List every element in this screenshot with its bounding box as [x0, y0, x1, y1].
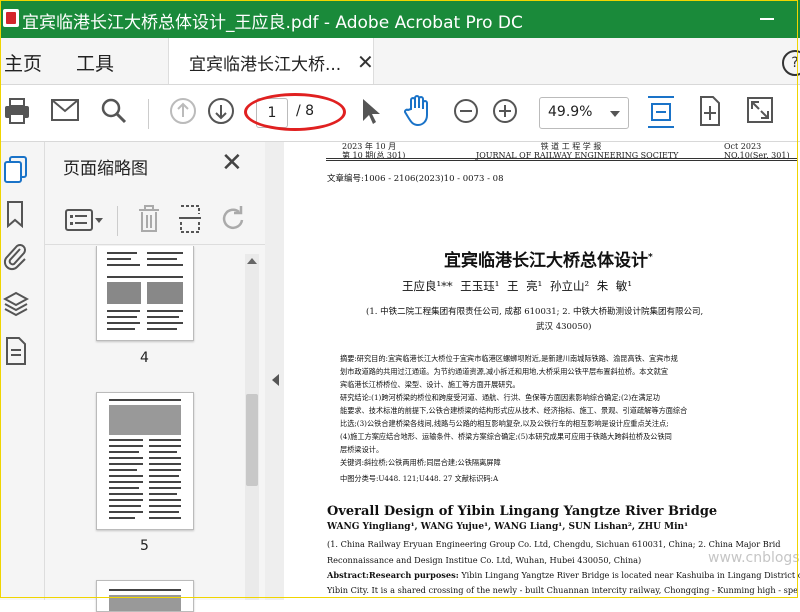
title-text: 宜宾临港长江大桥总体设计: [444, 251, 648, 271]
affiliation-cn-line1: (1. 中铁二院工程集团有限责任公司, 成都 610031; 2. 中铁大桥勘测…: [366, 307, 704, 317]
full-screen-icon[interactable]: [747, 97, 773, 123]
attachment-icon[interactable]: [3, 242, 29, 272]
document-view[interactable]: 2023 年 10 月 第 10 期(总 301) 铁 道 工 程 学 报 JO…: [284, 142, 800, 600]
zoom-in-icon[interactable]: [492, 98, 518, 124]
document-properties-icon[interactable]: [3, 336, 29, 366]
email-icon[interactable]: [51, 99, 79, 121]
abstract-line: (4)施工方案应结合地形、运输条件、桥梁方案综合确定;(5)本研究成果可应用于铁…: [340, 432, 672, 441]
page-thumbnail-4[interactable]: [96, 246, 194, 341]
tools-tab[interactable]: 工具: [76, 49, 114, 76]
abstract-line: 层桥梁设计。: [340, 445, 384, 454]
scrollbar-thumb[interactable]: [246, 394, 258, 486]
abstract-en-label: Abstract:Research purposes:: [327, 570, 459, 580]
abstract-line: 划市政道路的共用过江通道。为节约通道资源,减小拆迁和用地,大桥采用公铁平层布置斜…: [340, 367, 669, 376]
thumbnails-scrollbar[interactable]: [245, 254, 259, 600]
minimize-icon[interactable]: [760, 18, 774, 20]
panel-close-icon[interactable]: ✕: [221, 148, 243, 178]
rotate-icon[interactable]: [219, 204, 247, 234]
watermark: www.cnblogs.com: [708, 550, 800, 566]
hand-tool-icon[interactable]: [403, 95, 433, 127]
title-bar: 宜宾临港长江大桥总体设计_王应良.pdf - Adobe Acrobat Pro…: [0, 0, 800, 38]
paper-title-cn: 宜宾临港长江大桥总体设计*: [444, 246, 653, 271]
toolbar-separator: [148, 99, 149, 129]
document-tab-label: 宜宾临港长江大桥...: [189, 55, 342, 75]
select-cursor-icon[interactable]: [360, 97, 382, 127]
chevron-down-icon: [610, 111, 620, 117]
affiliation-en-line1: (1. China Railway Eryuan Engineering Gro…: [327, 539, 781, 549]
window-title: 宜宾临港长江大桥总体设计_王应良.pdf - Adobe Acrobat Pro…: [22, 13, 523, 33]
title-footnote-mark: *: [648, 252, 653, 263]
menu-bar: 主页 工具 宜宾临港长江大桥... ✕ ?: [0, 38, 800, 85]
abstract-en-line2: Yibin City. It is a shared crossing of t…: [327, 585, 798, 595]
header-date-en: Oct 2023: [724, 142, 762, 151]
affiliation-cn-line2: 武汉 430050): [536, 322, 592, 332]
classification-line: 中图分类号:U448. 121;U448. 27 文献标识码:A: [340, 474, 499, 483]
document-tab[interactable]: 宜宾临港长江大桥... ✕: [168, 38, 374, 84]
separator: [117, 206, 118, 236]
search-icon[interactable]: [101, 98, 127, 124]
panel-splitter[interactable]: [265, 142, 284, 600]
collapse-panel-icon[interactable]: [272, 374, 279, 386]
highlight-annotation: [244, 93, 346, 131]
previous-page-icon[interactable]: [169, 97, 197, 125]
scroll-mode-icon[interactable]: [698, 96, 722, 126]
authors-en: WANG Yingliang¹, WANG Yujue¹, WANG Liang…: [327, 522, 689, 532]
page-thumbnail-5[interactable]: [96, 392, 194, 530]
thumbnail-preview: [109, 399, 181, 519]
header-date: 2023 年 10 月: [342, 142, 397, 151]
zoom-out-icon[interactable]: [453, 98, 479, 124]
abstract-line: 研究结论:(1)跨河桥梁的桥位和跨度受河道、通航、行洪、鱼保等方面因素影响综合确…: [340, 393, 660, 402]
acrobat-icon: [3, 9, 19, 27]
navigation-rail: [0, 142, 45, 600]
options-menu-icon[interactable]: [65, 208, 105, 232]
extract-pages-icon[interactable]: [177, 204, 203, 234]
layers-icon[interactable]: [3, 290, 29, 320]
abstract-line: 宾临港长江桥桥位、梁型、设计、施工等方面开展研究。: [340, 380, 520, 389]
help-icon[interactable]: ?: [782, 50, 800, 76]
journal-name-cn: 铁 道 工 程 学 报: [540, 142, 602, 151]
thumbnails-toolbar: [45, 196, 265, 245]
bookmark-icon[interactable]: [3, 200, 29, 228]
print-icon[interactable]: [4, 97, 30, 125]
page-thumbnails-icon[interactable]: [3, 156, 29, 184]
abstract-line: 能要求、技术标准的前提下,公铁合建桥梁的结构形式应从技术、经济指标、施工、景观、…: [340, 406, 688, 415]
authors-cn: 王应良¹** 王玉珏¹ 王 亮¹ 孙立山² 朱 敏¹: [402, 279, 632, 293]
zoom-level-dropdown[interactable]: 49.9%: [539, 97, 629, 129]
thumbnail-preview: [107, 252, 183, 330]
article-number: 文章编号:1006 - 2106(2023)10 - 0073 - 08: [327, 174, 504, 184]
next-page-icon[interactable]: [207, 97, 235, 125]
zoom-level-value: 49.9%: [548, 104, 593, 120]
abstract-line: 摘要:研究目的:宜宾临港长江大桥位于宜宾市临港区螺蛳坝附近,是新建川南城际铁路、…: [340, 354, 678, 363]
thumbnail-preview: [109, 589, 181, 611]
thumbnails-panel: 页面缩略图 ✕ 4 5: [45, 142, 266, 612]
keywords-line: 关键词:斜拉桥;公铁两用桥;同层合建;公铁隔离屏障: [340, 458, 501, 467]
header-rule: [326, 158, 798, 159]
page-thumbnail-6[interactable]: [96, 580, 194, 612]
scroll-up-icon[interactable]: [247, 258, 257, 264]
header-rule: [326, 160, 798, 161]
fit-page-icon[interactable]: [648, 95, 674, 129]
abstract-en-text: Yibin Lingang Yangtze River Bridge is lo…: [461, 570, 800, 580]
paper-title-en: Overall Design of Yibin Lingang Yangtze …: [327, 504, 718, 519]
affiliation-en-line2: Reconnaissance and Design Institue Co. L…: [327, 555, 642, 565]
close-icon[interactable]: ✕: [357, 50, 374, 74]
toolbar: 1 / 8 49.9%: [0, 85, 800, 142]
trash-icon[interactable]: [137, 204, 161, 234]
thumbnail-page-number: 5: [140, 538, 149, 554]
thumbnail-page-number: 4: [140, 350, 149, 366]
panel-title: 页面缩略图: [63, 159, 148, 179]
abstract-en-line1: Abstract:Research purposes: Yibin Lingan…: [327, 570, 800, 580]
home-tab[interactable]: 主页: [4, 49, 42, 76]
abstract-line: 比选;(3)公铁合建桥梁各线间,线路与公路的相互影响复杂,以及公铁行车的相互影响…: [340, 419, 669, 428]
